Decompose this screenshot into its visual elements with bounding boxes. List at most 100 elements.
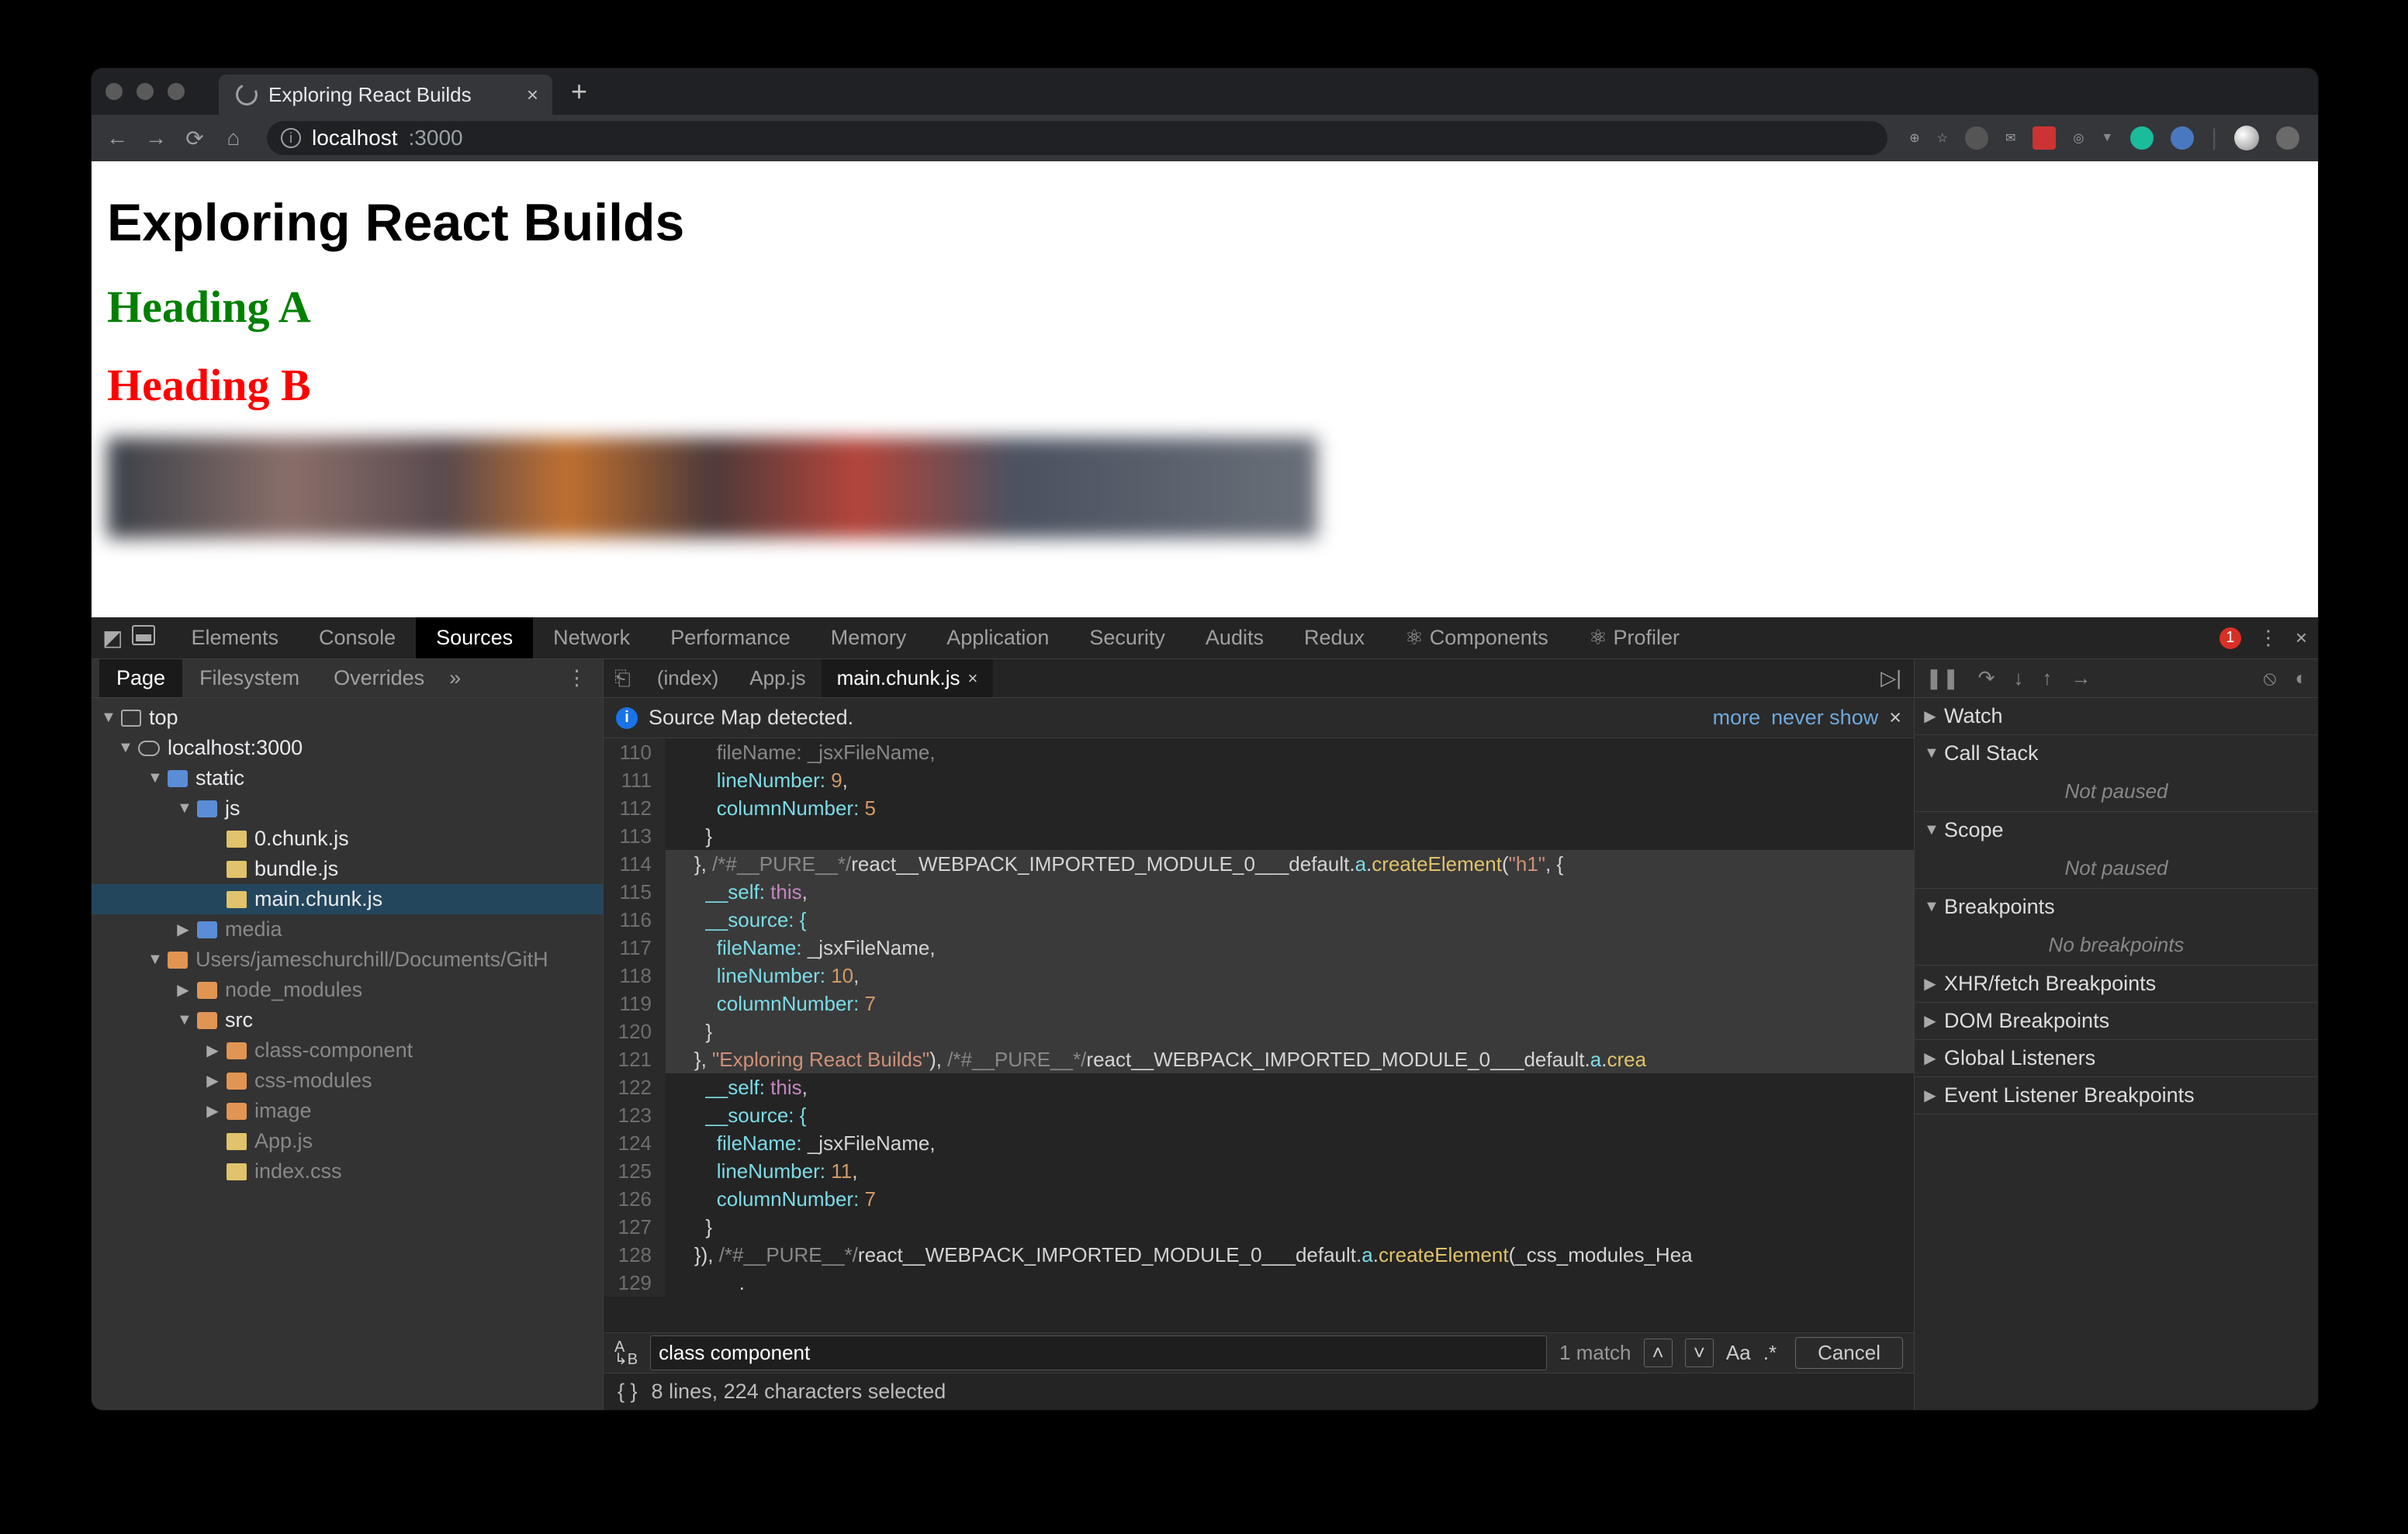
- section-xhr-breakpoints[interactable]: ▶XHR/fetch Breakpoints: [1915, 966, 2318, 1002]
- extension-icon[interactable]: [2130, 126, 2154, 150]
- tab-audits[interactable]: Audits: [1185, 617, 1284, 658]
- nav-tab-overrides[interactable]: Overrides: [317, 659, 441, 697]
- file-tab-app[interactable]: App.js: [734, 659, 821, 697]
- run-snippet-icon[interactable]: ▷|: [1868, 666, 1914, 690]
- section-dom-breakpoints[interactable]: ▶DOM Breakpoints: [1915, 1003, 2318, 1039]
- tree-folder-static[interactable]: ▼static: [92, 763, 603, 793]
- tab-components[interactable]: ⚛ Components: [1385, 617, 1569, 658]
- find-input[interactable]: [650, 1335, 1547, 1370]
- tree-folder-path[interactable]: ▼Users/jameschurchill/Documents/GitH: [92, 945, 603, 975]
- site-info-icon[interactable]: i: [281, 128, 301, 148]
- tree-file[interactable]: 0.chunk.js: [92, 824, 603, 854]
- extension-icon[interactable]: [2033, 126, 2056, 150]
- section-breakpoints[interactable]: ▼Breakpoints: [1915, 889, 2318, 925]
- code-editor[interactable]: 110 fileName: _jsxFileName, 111 lineNumb…: [604, 738, 1914, 1332]
- find-mode-icon[interactable]: A↳B: [614, 1341, 638, 1366]
- menu-icon[interactable]: [2276, 126, 2299, 150]
- profile-avatar[interactable]: [2234, 126, 2259, 150]
- browser-tab[interactable]: Exploring React Builds ×: [219, 74, 552, 115]
- pause-icon[interactable]: ❚❚: [1925, 666, 1960, 690]
- close-icon[interactable]: ×: [968, 669, 978, 689]
- info-more-link[interactable]: more: [1713, 706, 1761, 730]
- tab-network[interactable]: Network: [533, 617, 650, 658]
- toolbar-right: ⊕ ☆ ✉ ◎ ▼ |: [1909, 125, 2304, 151]
- tree-folder[interactable]: ▶class-component: [92, 1035, 603, 1066]
- tree-origin[interactable]: ▼localhost:3000: [92, 733, 603, 763]
- tab-console[interactable]: Console: [299, 617, 416, 658]
- info-never-link[interactable]: never show: [1771, 706, 1878, 730]
- device-toolbar-icon[interactable]: [132, 625, 155, 645]
- back-button[interactable]: ←: [106, 126, 129, 150]
- nav-tab-more[interactable]: »: [449, 666, 461, 690]
- tree-file[interactable]: App.js: [92, 1126, 603, 1156]
- inspect-element-icon[interactable]: ◩: [102, 625, 123, 651]
- section-event-listener-breakpoints[interactable]: ▶Event Listener Breakpoints: [1915, 1077, 2318, 1114]
- nav-tab-filesystem[interactable]: Filesystem: [182, 659, 317, 697]
- home-button[interactable]: ⌂: [222, 126, 245, 150]
- step-over-icon[interactable]: ↷: [1978, 666, 1995, 690]
- find-prev-button[interactable]: ˄: [1644, 1339, 1673, 1367]
- new-tab-button[interactable]: +: [563, 75, 595, 108]
- folder-icon: [197, 921, 217, 938]
- section-callstack[interactable]: ▼Call Stack: [1915, 735, 2318, 772]
- forward-button[interactable]: →: [144, 126, 168, 150]
- tab-sources[interactable]: Sources: [416, 617, 533, 658]
- tree-top[interactable]: ▼top: [92, 703, 603, 733]
- tree-folder-media[interactable]: ▶media: [92, 914, 603, 945]
- tab-elements[interactable]: Elements: [171, 617, 299, 658]
- extension-icon[interactable]: ✉: [2005, 130, 2015, 146]
- section-scope[interactable]: ▼Scope: [1915, 812, 2318, 848]
- tree-folder[interactable]: ▶css-modules: [92, 1066, 603, 1096]
- devtools-menu-icon[interactable]: ⋮: [2258, 626, 2278, 650]
- pause-exceptions-icon[interactable]: ◐: [2295, 666, 2307, 690]
- bookmark-icon[interactable]: ☆: [1937, 130, 1948, 146]
- history-back-icon[interactable]: ⎗: [604, 666, 642, 691]
- tree-folder-js[interactable]: ▼js: [92, 793, 603, 824]
- tab-application[interactable]: Application: [926, 617, 1069, 658]
- devtools-close-icon[interactable]: ×: [2296, 626, 2307, 650]
- deactivate-breakpoints-icon[interactable]: ⦸: [2263, 666, 2276, 691]
- step-icon[interactable]: →: [2071, 666, 2091, 690]
- file-tab-index[interactable]: (index): [642, 659, 734, 697]
- section-watch[interactable]: ▶Watch: [1915, 698, 2318, 734]
- page-image: [107, 437, 1317, 538]
- nav-tab-page[interactable]: Page: [99, 659, 182, 697]
- extension-vue-icon[interactable]: ▼: [2101, 131, 2113, 145]
- tree-folder-src[interactable]: ▼src: [92, 1005, 603, 1035]
- find-next-button[interactable]: ˅: [1685, 1339, 1714, 1367]
- minimize-window-icon[interactable]: [137, 83, 154, 100]
- tree-file[interactable]: index.css: [92, 1156, 603, 1187]
- maximize-window-icon[interactable]: [168, 83, 185, 100]
- section-global-listeners[interactable]: ▶Global Listeners: [1915, 1040, 2318, 1076]
- zoom-icon[interactable]: ⊕: [1909, 130, 1919, 146]
- tab-redux[interactable]: Redux: [1284, 617, 1385, 658]
- info-close-icon[interactable]: ×: [1889, 706, 1901, 730]
- file-tabs: ⎗ (index) App.js main.chunk.js× ▷|: [604, 659, 1914, 698]
- tab-close-icon[interactable]: ×: [527, 83, 538, 107]
- reload-button[interactable]: ⟳: [183, 126, 206, 151]
- folder-icon: [227, 1042, 247, 1059]
- pretty-print-icon[interactable]: { }: [618, 1380, 638, 1404]
- tree-file[interactable]: bundle.js: [92, 854, 603, 884]
- tree-file-selected[interactable]: main.chunk.js: [92, 884, 603, 914]
- info-icon: i: [616, 707, 638, 729]
- extension-icon[interactable]: [2171, 126, 2194, 150]
- find-regex-toggle[interactable]: .*: [1763, 1341, 1777, 1365]
- find-case-toggle[interactable]: Aa: [1726, 1341, 1751, 1365]
- extension-icon[interactable]: [1965, 126, 1988, 150]
- tab-profiler[interactable]: ⚛ Profiler: [1569, 617, 1700, 658]
- tab-performance[interactable]: Performance: [650, 617, 811, 658]
- url-input[interactable]: i localhost:3000: [267, 121, 1887, 155]
- step-out-icon[interactable]: ↑: [2042, 666, 2052, 690]
- tab-memory[interactable]: Memory: [811, 617, 927, 658]
- extension-icon[interactable]: ◎: [2073, 130, 2084, 146]
- nav-menu-icon[interactable]: ⋮: [559, 666, 595, 690]
- file-tab-main[interactable]: main.chunk.js×: [822, 659, 994, 697]
- tree-folder[interactable]: ▶image: [92, 1096, 603, 1126]
- close-window-icon[interactable]: [106, 83, 123, 100]
- tab-security[interactable]: Security: [1069, 617, 1185, 658]
- tree-folder-nodemodules[interactable]: ▶node_modules: [92, 975, 603, 1005]
- find-cancel-button[interactable]: Cancel: [1795, 1337, 1903, 1369]
- step-into-icon[interactable]: ↓: [2013, 666, 2023, 690]
- error-count-badge[interactable]: 1: [2219, 627, 2241, 649]
